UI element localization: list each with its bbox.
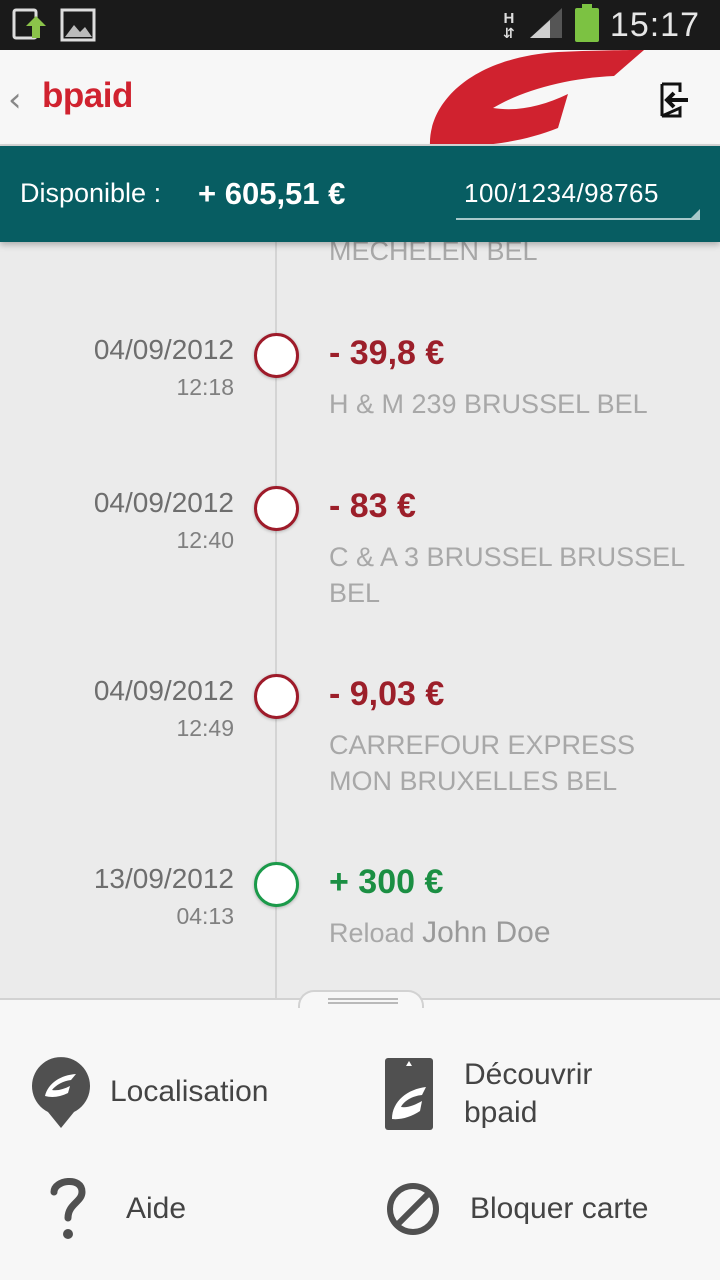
timeline-dot-icon [254, 486, 299, 531]
status-bar: H ⇵ 15:17 [0, 0, 720, 50]
app-brand[interactable]: bpaid [42, 76, 133, 116]
location-pin-icon [31, 1057, 90, 1128]
account-selector[interactable]: 100/1234/98765 [456, 172, 700, 220]
timeline-dot-icon [254, 333, 299, 378]
timeline-dot-icon [254, 862, 299, 907]
app-bar: ‹ bpaid [0, 50, 720, 146]
menu-label: Découvrir bpaid [464, 1058, 593, 1129]
balance-bar: Disponible : + 605,51 € 100/1234/98765 [0, 146, 720, 242]
drawer-handle[interactable] [298, 990, 424, 1008]
transaction-amount: + 300 € [329, 863, 444, 901]
logout-icon [660, 82, 688, 118]
data-transfer-icon: H ⇵ [500, 9, 518, 40]
partial-merchant-text: MECHELEN BEL [329, 242, 538, 266]
transaction-timeline[interactable]: MECHELEN BEL 04/09/2012 12:18 - 39,8 € H… [0, 242, 720, 1002]
menu-item-decouvrir[interactable]: Découvrir bpaid [384, 1056, 644, 1132]
transaction-time: 12:49 [176, 715, 234, 741]
timeline-dot-icon [254, 674, 299, 719]
question-icon [50, 1178, 86, 1239]
upload-notification-icon [12, 8, 48, 47]
card-icon [385, 1058, 433, 1130]
transaction-amount: - 9,03 € [329, 675, 445, 713]
transaction-date: 13/09/2012 [93, 863, 234, 894]
clock: 15:17 [609, 6, 700, 44]
grip-icon [328, 998, 398, 1004]
account-number: 100/1234/98765 [464, 178, 659, 208]
battery-icon [574, 4, 600, 47]
transaction-merchant: CARREFOUR EXPRESS MON BRUXELLES BEL [329, 730, 636, 796]
transaction-time: 12:18 [176, 374, 234, 400]
image-notification-icon [60, 8, 96, 47]
transaction-time: 04:13 [176, 903, 234, 929]
dropdown-arrow-icon [691, 209, 700, 218]
logout-button[interactable] [654, 80, 694, 120]
menu-item-localisation[interactable]: Localisation [30, 1056, 268, 1128]
merchant-prefix: Reload [329, 918, 415, 948]
transaction-amount: - 39,8 € [329, 334, 445, 372]
back-chevron-icon[interactable]: ‹ [8, 80, 22, 120]
bottom-drawer: Localisation Découvrir bpaid Aide Bloque… [0, 998, 720, 1280]
transaction-time: 12:40 [176, 527, 234, 553]
transaction-date: 04/09/2012 [93, 334, 234, 365]
transaction-date: 04/09/2012 [93, 675, 234, 706]
transaction-merchant: C & A 3 BRUSSEL BRUSSEL BEL [329, 542, 685, 608]
transaction-merchant: Reload John Doe [329, 915, 699, 951]
menu-label: Localisation [110, 1075, 269, 1108]
transaction-merchant: H & M 239 BRUSSEL BEL [329, 389, 648, 419]
signal-icon [528, 6, 564, 45]
balance-amount: + 605,51 € [198, 176, 346, 211]
balance-label: Disponible : [20, 178, 162, 208]
menu-label: Bloquer carte [470, 1192, 649, 1225]
transaction-amount: - 83 € [329, 487, 416, 525]
menu-item-bloquer[interactable]: Bloquer carte [386, 1182, 648, 1236]
menu-item-aide[interactable]: Aide [48, 1174, 186, 1244]
merchant-name: John Doe [422, 916, 551, 949]
bpost-logo [430, 50, 644, 144]
transaction-date: 04/09/2012 [93, 487, 234, 518]
block-icon [387, 1183, 439, 1235]
menu-label: Aide [126, 1192, 187, 1225]
network-type: H [503, 9, 515, 27]
